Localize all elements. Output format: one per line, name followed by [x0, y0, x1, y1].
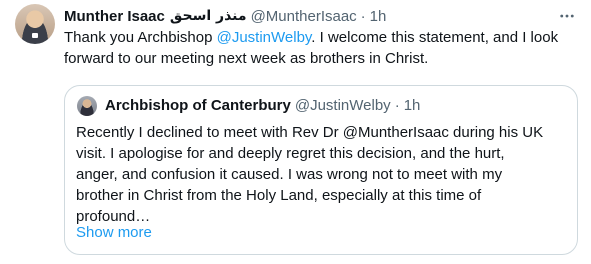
more-dots-glyph [560, 14, 574, 18]
author-name[interactable]: Munther Isaac [64, 8, 165, 25]
show-more-link[interactable]: Show more [76, 222, 152, 243]
quoted-text-line: Recently I declined to meet with Rev Dr … [76, 124, 544, 141]
clerical-collar-detail [32, 33, 38, 38]
quoted-tweet[interactable]: Archbishop of Canterbury @JustinWelby · … [64, 85, 578, 255]
tweet-text: Thank you Archbishop @JustinWelby. I wel… [64, 27, 574, 69]
quoted-author-avatar[interactable] [77, 96, 97, 116]
quoted-tweet-header: Archbishop of Canterbury @JustinWelby · … [105, 95, 420, 115]
author-avatar[interactable] [15, 4, 55, 44]
quoted-tweet-timestamp[interactable]: 1h [404, 97, 421, 114]
tweet-text-start: Thank you Archbishop [64, 29, 217, 46]
tweet[interactable]: Munther Isaac منذر اسحق @MuntherIsaac · … [0, 0, 591, 264]
quoted-text-line: anger, and confusion it caused. I was wr… [76, 166, 503, 183]
mention-link[interactable]: @JustinWelby [217, 29, 312, 46]
separator-dot: · [360, 7, 366, 25]
tweet-timestamp[interactable]: 1h [370, 8, 387, 25]
quoted-text-line: visit. I apologise for and deeply regret… [76, 145, 505, 162]
tweet-header: Munther Isaac منذر اسحق @MuntherIsaac · … [64, 6, 386, 26]
quoted-author-handle[interactable]: @JustinWelby [295, 97, 391, 114]
more-horizontal-icon[interactable] [557, 6, 577, 26]
author-handle[interactable]: @MuntherIsaac [251, 8, 357, 25]
quoted-tweet-text: Recently I declined to meet with Rev Dr … [76, 122, 566, 227]
author-name-arabic[interactable]: منذر اسحق [170, 8, 247, 24]
quoted-text-line: brother in Christ from the Holy Land, es… [76, 187, 482, 204]
quoted-author-name[interactable]: Archbishop of Canterbury [105, 97, 291, 114]
quoted-separator-dot: · [394, 96, 400, 114]
